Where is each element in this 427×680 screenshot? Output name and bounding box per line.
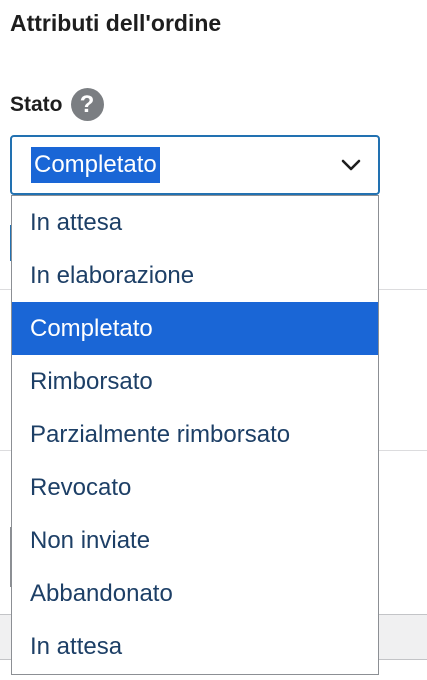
status-option[interactable]: Completato [12, 302, 378, 355]
status-field-label: Stato ? [10, 88, 104, 121]
chevron-down-icon [341, 159, 361, 171]
status-option[interactable]: Non inviate [12, 514, 378, 567]
status-option[interactable]: Abbandonato [12, 567, 378, 620]
status-label-text: Stato [10, 92, 63, 116]
status-option[interactable]: In attesa [12, 620, 378, 673]
status-option[interactable]: In elaborazione [12, 249, 378, 302]
status-option[interactable]: In attesa [12, 196, 378, 249]
status-select-value: Completato [31, 147, 160, 183]
question-mark-icon[interactable]: ? [70, 88, 104, 121]
panel-title: Attributi dell'ordine [10, 10, 222, 36]
status-options-list[interactable]: In attesa In elaborazione Completato Rim… [11, 195, 379, 675]
status-option[interactable]: Revocato [12, 461, 378, 514]
status-select[interactable]: Completato [10, 135, 380, 195]
order-attributes-panel: Attributi dell'ordine Stato ? Completato… [0, 0, 427, 680]
status-option[interactable]: Parzialmente rimborsato [12, 408, 378, 461]
status-option[interactable]: Rimborsato [12, 355, 378, 408]
